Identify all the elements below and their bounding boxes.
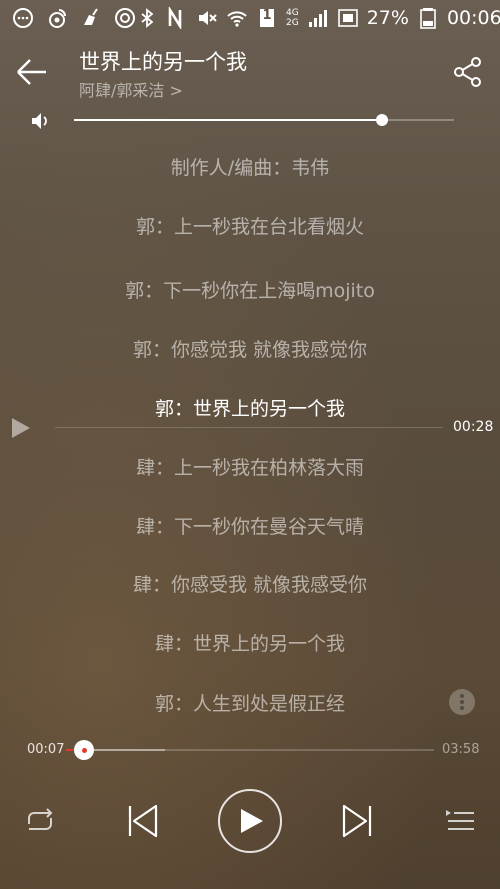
lyric-line: 肆：上一秒我在柏林落大雨: [135, 457, 364, 479]
current-time: 00:07: [27, 742, 65, 757]
playlist-button[interactable]: [442, 804, 478, 838]
playback-controls: [0, 786, 500, 856]
lyric-line: 肆：世界上的另一个我: [154, 633, 345, 655]
more-options-button[interactable]: [449, 689, 475, 715]
progress-thumb[interactable]: [74, 740, 94, 760]
arrow-back-icon: [17, 59, 46, 85]
share-icon: [454, 57, 481, 87]
hd-icon: [337, 7, 359, 29]
play-icon: [241, 809, 263, 833]
seek-time: 00:28: [453, 419, 494, 435]
volume-thumb[interactable]: [376, 114, 388, 126]
lyric-line: 郭：上一秒我在台北看烟火: [135, 216, 364, 238]
playlist-icon: [446, 810, 474, 830]
repeat-icon: [28, 808, 53, 830]
battery-icon: [417, 7, 439, 29]
more-vertical-icon: [460, 694, 464, 710]
chat-icon: [12, 7, 34, 29]
timer-icon: [114, 7, 136, 29]
seek-play-button[interactable]: [10, 416, 32, 440]
play-triangle-icon: [12, 418, 30, 438]
total-time: 03:58: [442, 742, 480, 757]
battery-percent: 27%: [366, 7, 409, 29]
skip-next-icon: [342, 804, 372, 838]
signal-icon: [307, 7, 329, 29]
network-4g-label: 4G: [286, 8, 299, 18]
weibo-icon: [46, 7, 68, 29]
sim-label: 1: [262, 8, 272, 23]
skip-previous-icon: [128, 804, 158, 838]
player-header: 世界上的另一个我 阿肆/郭采洁 >: [0, 40, 500, 106]
seek-line: [55, 427, 443, 428]
nfc-icon: [166, 7, 188, 29]
sim-card-icon: 1: [256, 7, 278, 29]
next-button[interactable]: [338, 802, 378, 840]
network-2g-label: 2G: [286, 18, 299, 28]
song-title: 世界上的另一个我: [79, 50, 247, 74]
lyric-line: 肆：你感受我 就像我感受你: [132, 574, 368, 596]
cleaner-icon: [80, 7, 102, 29]
progress-slider[interactable]: [66, 740, 434, 760]
lyric-line: 郭：人生到处是假正经: [154, 693, 345, 715]
previous-button[interactable]: [122, 802, 162, 840]
back-button[interactable]: [14, 54, 54, 90]
mute-icon: [196, 7, 218, 29]
repeat-button[interactable]: [22, 804, 58, 838]
playback-progress: 00:07 03:58: [0, 738, 500, 762]
volume-slider[interactable]: [74, 114, 454, 126]
artist-link[interactable]: 阿肆/郭采洁 >: [79, 77, 183, 101]
lyric-line: 郭：下一秒你在上海喝mojito: [125, 280, 375, 302]
status-bar: 1 4G 2G 27% 00:06: [0, 0, 500, 36]
volume-control: [0, 108, 500, 134]
volume-fill: [74, 119, 382, 121]
share-button[interactable]: [452, 56, 484, 88]
volume-icon: [32, 113, 47, 129]
lyric-line: 制作人/编曲：韦伟: [170, 157, 330, 179]
play-button[interactable]: [218, 789, 282, 853]
lyric-line: 郭：你感觉我 就像我感觉你: [132, 339, 368, 361]
bluetooth-icon: [136, 7, 158, 29]
lyric-line: 肆：下一秒你在曼谷天气晴: [135, 516, 364, 538]
network-type: 4G 2G: [286, 8, 299, 28]
clock: 00:06: [446, 7, 500, 29]
lyric-line-current: 郭：世界上的另一个我: [154, 398, 345, 420]
wifi-icon: [226, 7, 248, 29]
